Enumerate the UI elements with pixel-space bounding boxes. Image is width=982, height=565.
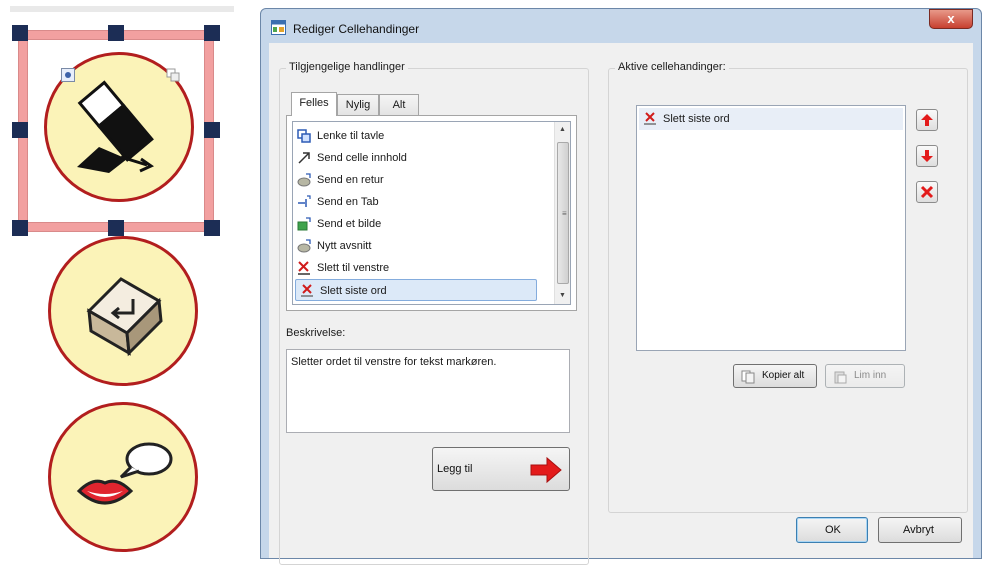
- symbol-cell-speech[interactable]: [48, 402, 198, 552]
- copy-symbol-icon: [166, 68, 180, 82]
- resize-handle-bottom-center[interactable]: [108, 220, 124, 236]
- list-item-label: Send en Tab: [317, 196, 379, 208]
- symbol-cells-panel: [0, 0, 240, 559]
- send-arrow-icon: [297, 151, 311, 165]
- titlebar[interactable]: Rediger Cellehandinger x: [261, 9, 981, 43]
- paste-button[interactable]: Lim inn: [825, 364, 905, 388]
- delete-left-icon: [297, 261, 311, 275]
- resize-handle-middle-right[interactable]: [204, 122, 220, 138]
- list-item-selected[interactable]: Slett siste ord: [295, 279, 537, 301]
- resize-handle-bottom-left[interactable]: [12, 220, 28, 236]
- active-actions-group: Aktive cellehandinger: Slett siste ord K…: [608, 61, 968, 513]
- copy-icon: [741, 370, 755, 384]
- list-item[interactable]: Nytt avsnitt: [293, 235, 535, 257]
- list-item-label: Send et bilde: [317, 218, 382, 230]
- top-divider: [10, 6, 234, 12]
- tab-alt[interactable]: Alt: [379, 94, 419, 116]
- cancel-button[interactable]: Avbryt: [878, 517, 962, 543]
- cell-marker-icon: [61, 68, 75, 82]
- available-actions-group: Tilgjengelige handlinger Felles Nylig Al…: [279, 61, 589, 565]
- available-actions-label: Tilgjengelige handlinger: [286, 61, 408, 73]
- add-button-label: Legg til: [437, 463, 473, 475]
- paste-label: Lim inn: [854, 370, 887, 381]
- resize-handle-top-center[interactable]: [108, 25, 124, 41]
- tab-label: Nylig: [345, 99, 371, 111]
- copy-all-button[interactable]: Kopier alt: [733, 364, 817, 388]
- description-box: Sletter ordet til venstre for tekst mark…: [286, 349, 570, 433]
- list-item-label: Slett siste ord: [320, 285, 387, 297]
- list-item-label: Send celle innhold: [317, 152, 407, 164]
- list-item[interactable]: Send en Tab: [293, 191, 535, 213]
- list-item[interactable]: Send celle innhold: [293, 147, 535, 169]
- resize-handle-bottom-right[interactable]: [204, 220, 220, 236]
- scroll-down-icon[interactable]: ▼: [555, 288, 570, 304]
- list-item-label: Nytt avsnitt: [317, 240, 372, 252]
- red-arrow-right-icon: [530, 456, 562, 484]
- copy-all-label: Kopier alt: [762, 370, 805, 381]
- tab-label: Alt: [392, 99, 406, 111]
- symbol-cell-enter-key[interactable]: [48, 236, 198, 386]
- active-actions-label: Aktive cellehandinger:: [615, 61, 729, 73]
- description-text: Sletter ordet til venstre for tekst mark…: [291, 356, 497, 368]
- tab-felles[interactable]: Felles: [291, 92, 337, 116]
- scroll-up-icon[interactable]: ▲: [555, 122, 570, 138]
- list-item-label: Send en retur: [317, 174, 384, 186]
- scroll-grip-icon: ≡: [562, 209, 567, 218]
- list-item[interactable]: Slett siste ord: [639, 108, 903, 130]
- add-action-button[interactable]: Legg til: [432, 447, 570, 491]
- list-item-label: Slett siste ord: [663, 113, 730, 125]
- ok-label: OK: [825, 524, 841, 536]
- remove-action-button[interactable]: [916, 181, 938, 203]
- delete-x-icon: [920, 185, 934, 199]
- send-image-icon: [297, 217, 311, 231]
- arrow-up-icon: [921, 114, 933, 126]
- close-icon: x: [947, 11, 955, 26]
- delete-word-icon: [300, 284, 314, 298]
- move-down-button[interactable]: [916, 145, 938, 167]
- paste-icon: [834, 371, 847, 384]
- dialog-title: Rediger Cellehandinger: [293, 22, 420, 36]
- link-board-icon: [297, 129, 311, 143]
- description-label: Beskrivelse:: [286, 327, 346, 339]
- dialog-client-area: Tilgjengelige handlinger Felles Nylig Al…: [269, 43, 973, 565]
- tab-panel-felles: Lenke til tavle Send celle innhold Send …: [286, 115, 577, 311]
- speaking-mouth-icon: [76, 442, 173, 505]
- list-item[interactable]: Send et bilde: [293, 213, 535, 235]
- list-item-label: Slett til venstre: [317, 262, 390, 274]
- resize-handle-middle-left[interactable]: [12, 122, 28, 138]
- available-actions-list[interactable]: Lenke til tavle Send celle innhold Send …: [292, 121, 571, 305]
- send-tab-icon: [297, 195, 311, 209]
- resize-handle-top-left[interactable]: [12, 25, 28, 41]
- scroll-thumb[interactable]: ≡: [557, 142, 569, 284]
- list-item[interactable]: Send en retur: [293, 169, 535, 191]
- move-up-button[interactable]: [916, 109, 938, 131]
- list-item[interactable]: Lenke til tavle: [293, 125, 535, 147]
- delete-word-icon: [643, 112, 657, 126]
- ok-button[interactable]: OK: [796, 517, 868, 543]
- send-return-icon: [297, 173, 311, 187]
- arrow-down-icon: [921, 150, 933, 162]
- edit-cell-actions-dialog: Rediger Cellehandinger x Tilgjengelige h…: [260, 8, 982, 565]
- close-button[interactable]: x: [929, 9, 973, 29]
- tab-nylig[interactable]: Nylig: [337, 94, 379, 116]
- list-item-label: Lenke til tavle: [317, 130, 385, 142]
- cancel-label: Avbryt: [903, 524, 934, 536]
- new-paragraph-icon: [297, 239, 311, 253]
- resize-handle-top-right[interactable]: [204, 25, 220, 41]
- tab-label: Felles: [299, 97, 329, 109]
- available-list-scrollbar[interactable]: ▲ ≡ ▼: [554, 122, 570, 304]
- app-icon: [271, 20, 286, 35]
- list-item[interactable]: Slett til venstre: [293, 257, 535, 279]
- enter-key-icon: [86, 277, 163, 357]
- active-actions-list[interactable]: Slett siste ord: [636, 105, 906, 351]
